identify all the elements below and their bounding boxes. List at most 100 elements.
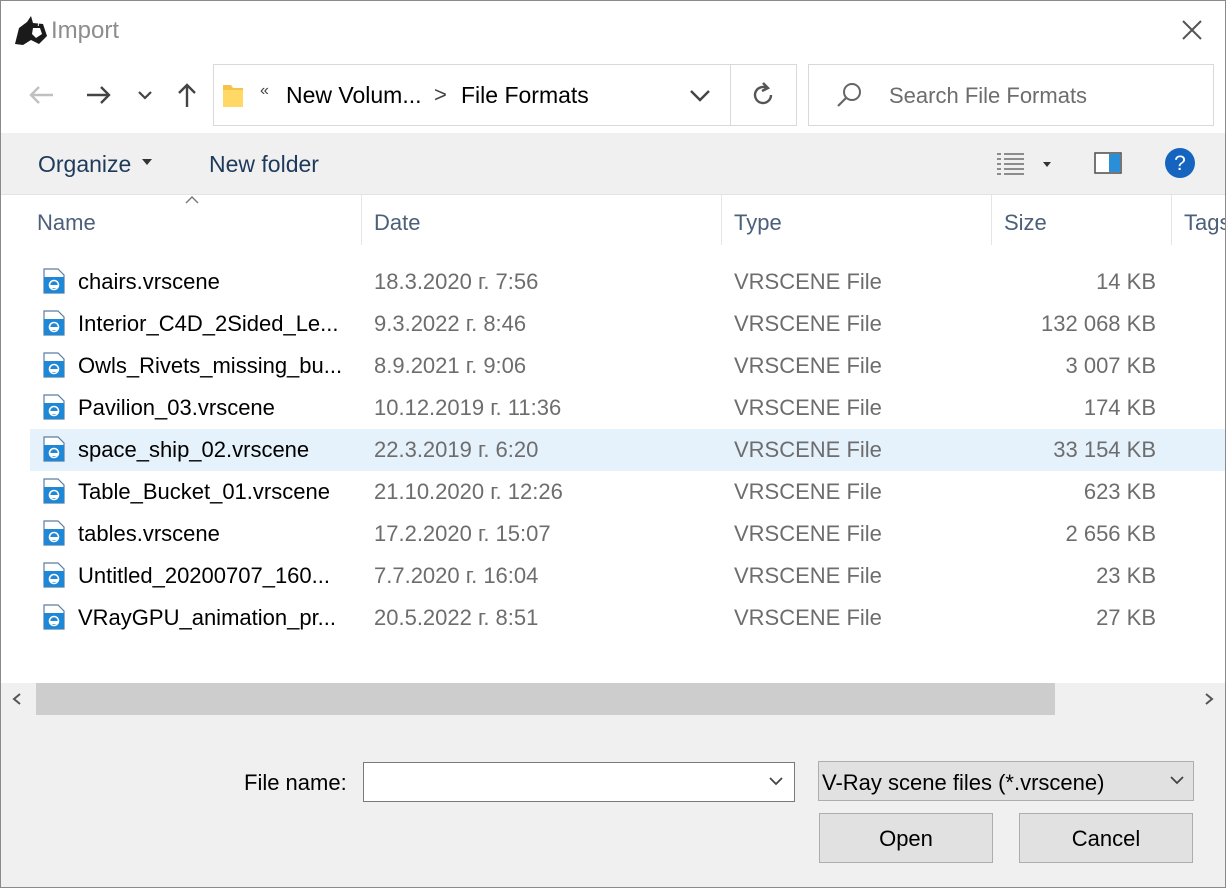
arrow-right-icon (87, 86, 111, 104)
help-button[interactable]: ? (1164, 147, 1196, 184)
folder-icon (223, 85, 243, 107)
file-date: 20.5.2022 г. 8:51 (374, 605, 539, 630)
vrscene-file-icon (43, 394, 65, 425)
file-date: 18.3.2020 г. 7:56 (374, 269, 539, 294)
scroll-right-icon[interactable] (1201, 691, 1217, 707)
column-header-size[interactable]: Size (1004, 195, 1047, 245)
vrscene-file-icon (43, 562, 65, 593)
file-type: VRSCENE File (734, 563, 882, 588)
chevron-down-icon (138, 91, 152, 100)
search-box[interactable] (808, 64, 1214, 126)
file-date: 9.3.2022 г. 8:46 (374, 311, 527, 336)
close-button[interactable] (1167, 11, 1215, 51)
file-row[interactable]: Untitled_20200707_160... 7.7.2020 г. 16:0… (30, 555, 1225, 597)
file-type: VRSCENE File (734, 353, 882, 378)
svg-text:7: 7 (36, 18, 42, 29)
up-button[interactable] (171, 79, 203, 111)
column-divider[interactable] (361, 195, 362, 245)
vrscene-file-icon (43, 310, 65, 341)
file-date: 7.7.2020 г. 16:04 (374, 563, 539, 588)
file-size: 23 KB (1096, 563, 1156, 588)
organize-button[interactable]: Organize (38, 151, 131, 178)
file-type: VRSCENE File (734, 311, 882, 336)
file-size: 174 KB (1083, 395, 1156, 420)
navigation-bar: « New Volum... > File Formats (1, 63, 1225, 133)
column-header-name[interactable]: Name (37, 195, 96, 245)
command-bar: Organize New folder ? (1, 133, 1225, 195)
file-row[interactable]: tables.vrscene 17.2.2020 г. 15:07 VRSCENE … (30, 513, 1225, 555)
sort-ascending-icon (185, 196, 199, 204)
file-size: 3 007 KB (1065, 353, 1156, 378)
column-divider[interactable] (991, 195, 992, 245)
vrscene-file-icon (43, 352, 65, 383)
file-name-input[interactable] (370, 767, 764, 799)
file-name-label: File name: (244, 770, 347, 795)
change-view-button[interactable] (996, 149, 1058, 179)
file-name: Owls_Rivets_missing_bu... (78, 353, 343, 378)
address-overflow-chevron[interactable]: « (260, 82, 269, 100)
file-name: VRayGPU_animation_pr... (78, 605, 337, 630)
horizontal-scrollbar[interactable] (1, 683, 1225, 717)
column-divider[interactable] (721, 195, 722, 245)
address-bar[interactable]: « New Volum... > File Formats (213, 64, 797, 126)
file-name-combobox[interactable] (363, 762, 795, 802)
address-dropdown-button[interactable] (684, 81, 716, 109)
file-size: 132 068 KB (1041, 311, 1156, 336)
file-type: VRSCENE File (734, 605, 882, 630)
file-row[interactable]: VRayGPU_animation_pr... 20.5.2022 г. 8:51… (30, 597, 1225, 639)
arrow-left-icon (29, 86, 53, 104)
address-segment-file-formats[interactable]: File Formats (461, 82, 589, 109)
file-date: 17.2.2020 г. 15:07 (374, 521, 551, 546)
chevron-down-icon (1170, 776, 1184, 785)
file-size: 623 KB (1083, 479, 1156, 504)
file-name: space_ship_02.vrscene (78, 437, 310, 462)
column-header-type[interactable]: Type (734, 195, 782, 245)
back-button[interactable] (25, 79, 57, 111)
chevron-down-icon (690, 90, 710, 102)
file-list[interactable]: Name Date Type Size Tags chairs.vrscene 1… (1, 195, 1225, 683)
column-header-tags[interactable]: Tags (1184, 195, 1225, 245)
cancel-button[interactable]: Cancel (1019, 813, 1193, 863)
file-size: 33 154 KB (1053, 437, 1156, 462)
details-view-icon (997, 153, 1051, 175)
scroll-left-icon[interactable] (9, 691, 25, 707)
address-segment-volume[interactable]: New Volum... (286, 82, 422, 109)
scrollbar-thumb[interactable] (36, 683, 1055, 715)
vrscene-file-icon (43, 604, 65, 635)
column-divider[interactable] (1171, 195, 1172, 245)
file-name: tables.vrscene (78, 521, 220, 546)
rhino-app-icon: 7 (13, 14, 49, 48)
file-row[interactable]: Interior_C4D_2Sided_Le... 9.3.2022 г. 8:4… (30, 303, 1225, 345)
file-type: VRSCENE File (734, 479, 882, 504)
file-row[interactable]: Owls_Rivets_missing_bu... 8.9.2021 г. 9:0… (30, 345, 1225, 387)
file-size: 14 KB (1096, 269, 1156, 294)
column-header-date[interactable]: Date (374, 195, 420, 245)
title-bar: 7 Import (1, 1, 1225, 63)
file-date: 8.9.2021 г. 9:06 (374, 353, 527, 378)
file-row[interactable]: chairs.vrscene 18.3.2020 г. 7:56 VRSCENE F… (30, 261, 1225, 303)
file-type: VRSCENE File (734, 269, 882, 294)
file-row[interactable]: Table_Bucket_01.vrscene 21.10.2020 г. 12:… (30, 471, 1225, 513)
vrscene-file-icon (43, 268, 65, 299)
file-date: 21.10.2020 г. 12:26 (374, 479, 563, 504)
preview-pane-icon[interactable] (1094, 151, 1122, 175)
forward-button[interactable] (83, 79, 115, 111)
address-separator[interactable]: > (434, 82, 447, 108)
file-type-filter[interactable]: V-Ray scene files (*.vrscene) (818, 761, 1194, 801)
file-date: 10.12.2019 г. 11:36 (374, 395, 562, 420)
open-button[interactable]: Open (819, 813, 993, 863)
refresh-button[interactable] (746, 79, 780, 111)
file-date: 22.3.2019 г. 6:20 (374, 437, 539, 462)
file-row[interactable]: space_ship_02.vrscene 22.3.2019 г. 6:20 VR… (30, 429, 1225, 471)
caret-down-icon[interactable] (142, 158, 152, 166)
search-input[interactable] (887, 79, 1201, 113)
file-size: 2 656 KB (1065, 521, 1156, 546)
svg-text:?: ? (1174, 152, 1186, 175)
file-name: Untitled_20200707_160... (78, 563, 330, 588)
import-dialog: 7 Import « New Volum... > File Formats S… (0, 0, 1226, 888)
file-type: VRSCENE File (734, 521, 882, 546)
file-row[interactable]: Pavilion_03.vrscene 10.12.2019 г. 11:36 VR… (30, 387, 1225, 429)
chevron-down-icon[interactable] (768, 775, 784, 787)
recent-locations-button[interactable] (132, 79, 158, 111)
new-folder-button[interactable]: New folder (209, 151, 319, 178)
